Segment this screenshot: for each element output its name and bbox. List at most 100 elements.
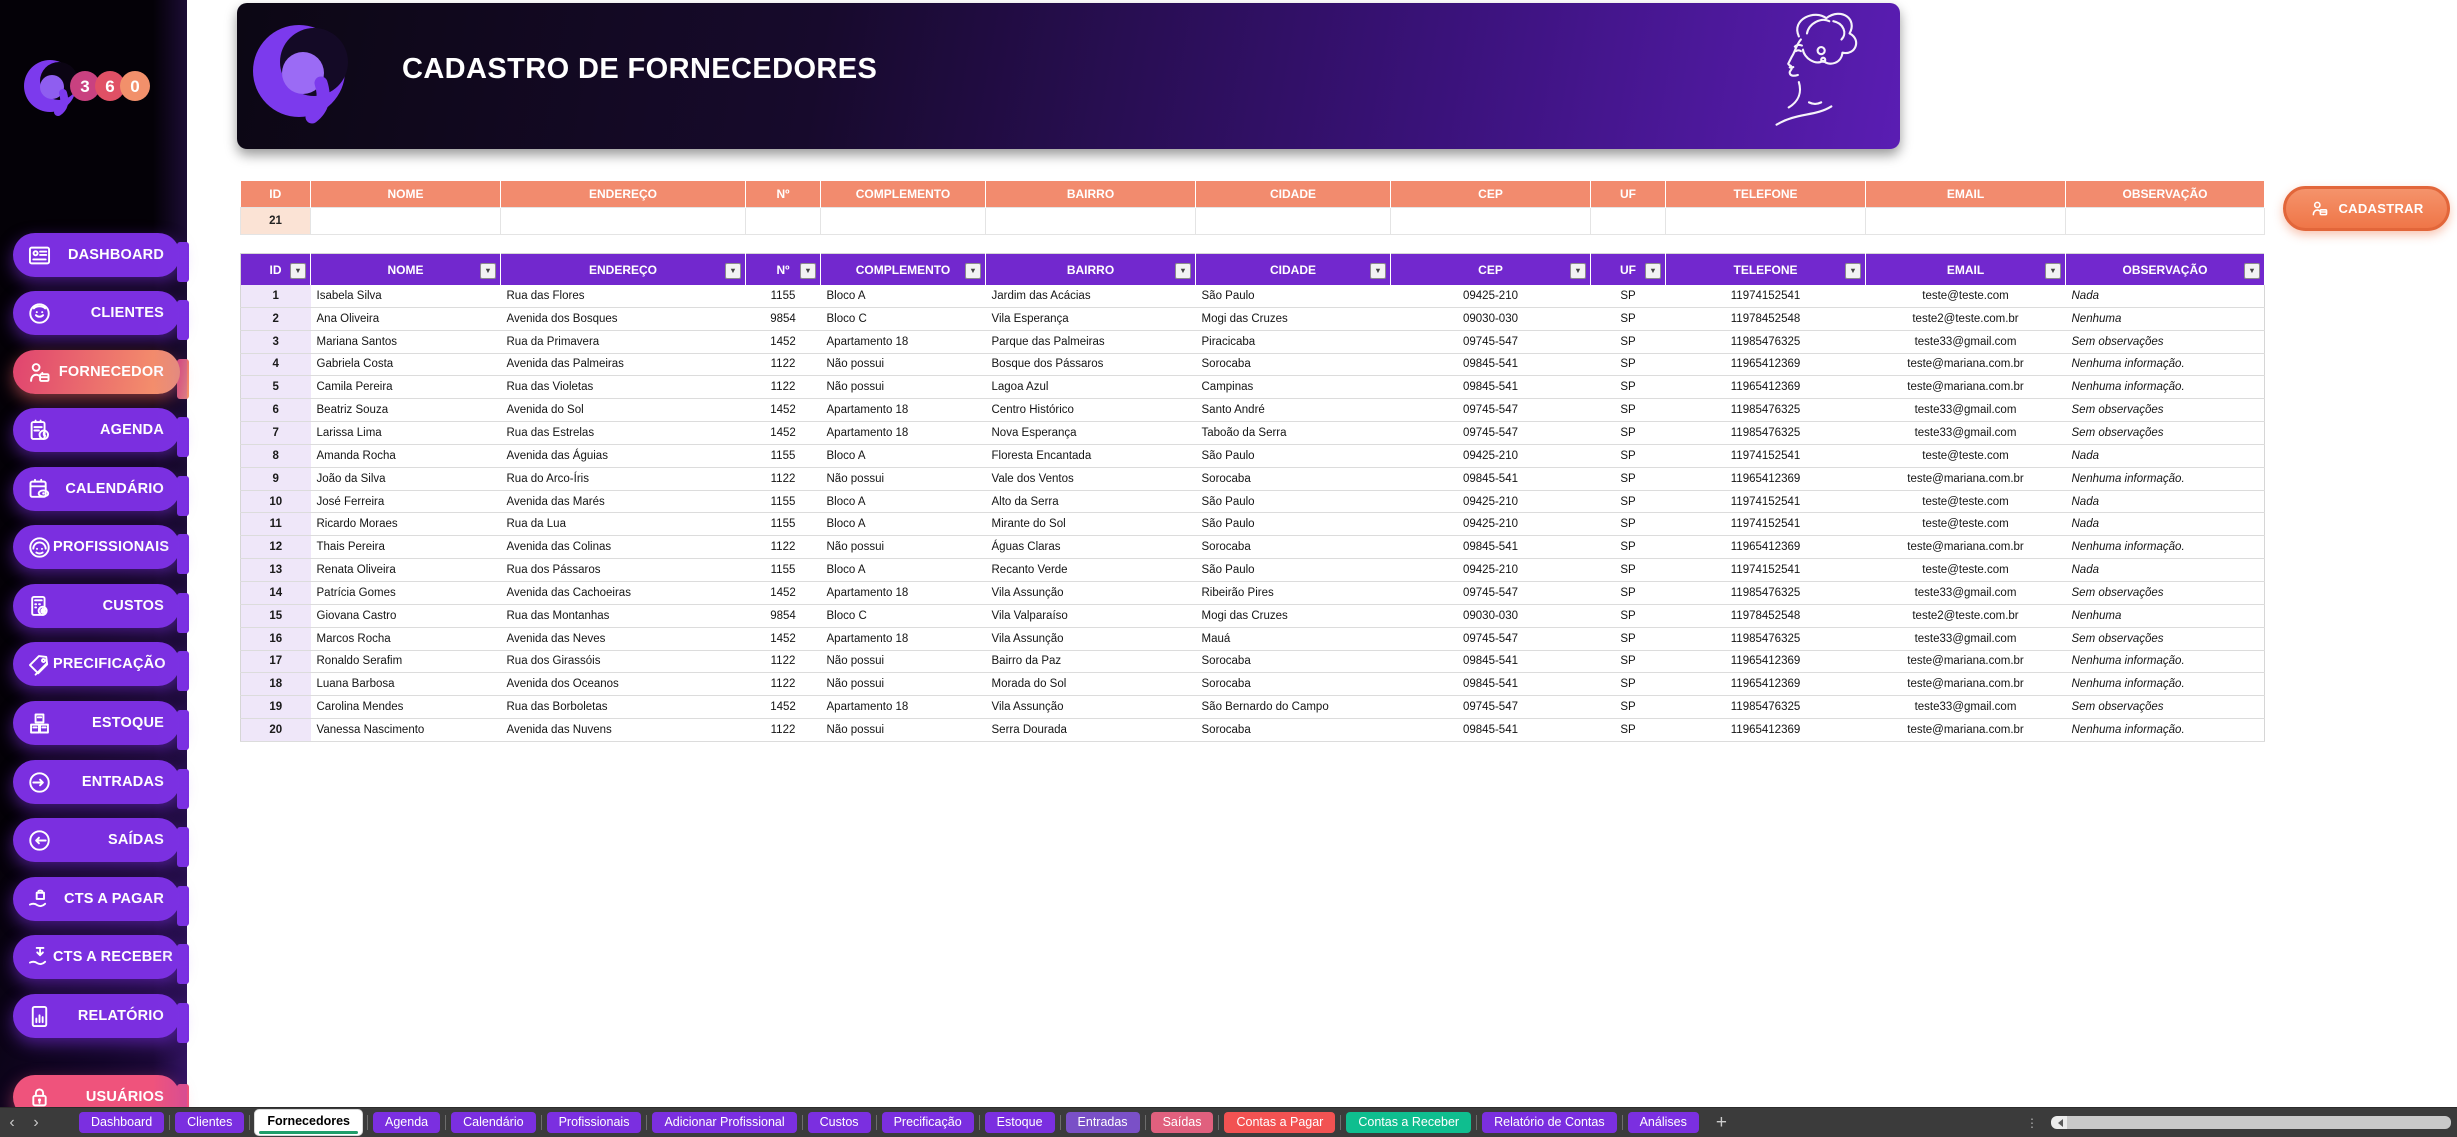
table-cell-cidade[interactable]: São Paulo	[1196, 559, 1391, 582]
table-cell-telefone[interactable]: 11965412369	[1666, 376, 1866, 399]
table-cell-endereco[interactable]: Rua do Arco-Íris	[501, 467, 746, 490]
table-cell-bairro[interactable]: Centro Histórico	[986, 399, 1196, 422]
table-cell-endereco[interactable]: Rua da Primavera	[501, 330, 746, 353]
table-cell-observacao[interactable]: Nenhuma informação.	[2066, 719, 2265, 742]
table-cell-complemento[interactable]: Bloco A	[821, 490, 986, 513]
table-cell-bairro[interactable]: Mirante do Sol	[986, 513, 1196, 536]
table-cell-cidade[interactable]: Taboão da Serra	[1196, 422, 1391, 445]
table-cell-nome[interactable]: João da Silva	[311, 467, 501, 490]
table-cell-cep[interactable]: 09745-547	[1391, 399, 1591, 422]
table-cell-cep[interactable]: 09845-541	[1391, 376, 1591, 399]
table-cell-observacao[interactable]: Nada	[2066, 559, 2265, 582]
table-cell-email[interactable]: teste@mariana.com.br	[1866, 376, 2066, 399]
sheet-tab-estoque[interactable]: Estoque	[985, 1112, 1055, 1133]
table-cell-endereco[interactable]: Avenida das Palmeiras	[501, 353, 746, 376]
table-cell-cidade[interactable]: Ribeirão Pires	[1196, 581, 1391, 604]
table-cell-n[interactable]: 9854	[746, 604, 821, 627]
add-sheet-button[interactable]: +	[1716, 1112, 1727, 1134]
sheet-tab-adicionar-profissional[interactable]: Adicionar Profissional	[652, 1112, 796, 1133]
sidebar-item-relatorio[interactable]: RELATÓRIO	[13, 994, 180, 1038]
table-cell-observacao[interactable]: Nenhuma informação.	[2066, 650, 2265, 673]
table-cell-n[interactable]: 1122	[746, 376, 821, 399]
table-cell-email[interactable]: teste@teste.com	[1866, 444, 2066, 467]
table-cell-id[interactable]: 3	[241, 330, 311, 353]
table-cell-observacao[interactable]: Nada	[2066, 490, 2265, 513]
table-cell-cidade[interactable]: Mogi das Cruzes	[1196, 604, 1391, 627]
table-cell-nome[interactable]: Mariana Santos	[311, 330, 501, 353]
table-cell-n[interactable]: 1155	[746, 513, 821, 536]
sidebar-item-fornecedor[interactable]: FORNECEDOR	[13, 350, 180, 394]
table-cell-uf[interactable]: SP	[1591, 353, 1666, 376]
tabs-scroll-left[interactable]: ‹	[0, 1114, 24, 1132]
table-cell-cep[interactable]: 09845-541	[1391, 353, 1591, 376]
sheet-tab-agenda[interactable]: Agenda	[373, 1112, 440, 1133]
form-input-cell-uf[interactable]	[1591, 208, 1666, 235]
table-cell-id[interactable]: 4	[241, 353, 311, 376]
form-input-cell-observacao[interactable]	[2066, 208, 2265, 235]
table-cell-endereco[interactable]: Rua das Flores	[501, 285, 746, 307]
table-cell-email[interactable]: teste33@gmail.com	[1866, 627, 2066, 650]
table-cell-endereco[interactable]: Avenida das Cachoeiras	[501, 581, 746, 604]
table-cell-telefone[interactable]: 11985476325	[1666, 581, 1866, 604]
table-cell-cidade[interactable]: São Paulo	[1196, 444, 1391, 467]
table-cell-bairro[interactable]: Alto da Serra	[986, 490, 1196, 513]
table-cell-cidade[interactable]: São Paulo	[1196, 285, 1391, 307]
table-cell-n[interactable]: 1452	[746, 330, 821, 353]
table-cell-nome[interactable]: Gabriela Costa	[311, 353, 501, 376]
table-cell-endereco[interactable]: Avenida do Sol	[501, 399, 746, 422]
form-next-id-cell[interactable]: 21	[241, 208, 311, 235]
sidebar-item-entradas[interactable]: ENTRADAS	[13, 760, 180, 804]
table-cell-bairro[interactable]: Bairro da Paz	[986, 650, 1196, 673]
table-cell-endereco[interactable]: Rua da Lua	[501, 513, 746, 536]
table-cell-cidade[interactable]: Mauá	[1196, 627, 1391, 650]
table-cell-uf[interactable]: SP	[1591, 673, 1666, 696]
table-cell-observacao[interactable]: Sem observações	[2066, 399, 2265, 422]
sidebar-item-agenda[interactable]: AGENDA	[13, 408, 180, 452]
sheet-tab-dashboard[interactable]: Dashboard	[79, 1112, 164, 1133]
table-cell-telefone[interactable]: 11974152541	[1666, 559, 1866, 582]
table-cell-uf[interactable]: SP	[1591, 444, 1666, 467]
table-cell-endereco[interactable]: Avenida dos Bosques	[501, 307, 746, 330]
table-cell-bairro[interactable]: Floresta Encantada	[986, 444, 1196, 467]
table-cell-nome[interactable]: José Ferreira	[311, 490, 501, 513]
table-cell-nome[interactable]: Vanessa Nascimento	[311, 719, 501, 742]
sheet-tab-contas-a-pagar[interactable]: Contas a Pagar	[1224, 1112, 1335, 1133]
table-cell-observacao[interactable]: Nenhuma informação.	[2066, 536, 2265, 559]
sidebar-item-cts-a-pagar[interactable]: CTS A PAGAR	[13, 877, 180, 921]
table-cell-complemento[interactable]: Não possui	[821, 536, 986, 559]
table-cell-n[interactable]: 1452	[746, 696, 821, 719]
table-cell-nome[interactable]: Ana Oliveira	[311, 307, 501, 330]
table-cell-cep[interactable]: 09425-210	[1391, 513, 1591, 536]
table-cell-nome[interactable]: Renata Oliveira	[311, 559, 501, 582]
table-cell-n[interactable]: 1122	[746, 467, 821, 490]
table-cell-cidade[interactable]: Sorocaba	[1196, 650, 1391, 673]
table-cell-endereco[interactable]: Avenida dos Oceanos	[501, 673, 746, 696]
table-cell-id[interactable]: 7	[241, 422, 311, 445]
filter-button[interactable]: ▼	[2244, 263, 2260, 279]
table-cell-endereco[interactable]: Rua das Montanhas	[501, 604, 746, 627]
table-cell-bairro[interactable]: Lagoa Azul	[986, 376, 1196, 399]
table-cell-id[interactable]: 8	[241, 444, 311, 467]
table-cell-cidade[interactable]: Sorocaba	[1196, 467, 1391, 490]
table-cell-endereco[interactable]: Rua das Violetas	[501, 376, 746, 399]
table-cell-telefone[interactable]: 11965412369	[1666, 467, 1866, 490]
table-cell-cidade[interactable]: Campinas	[1196, 376, 1391, 399]
table-cell-bairro[interactable]: Jardim das Acácias	[986, 285, 1196, 307]
table-cell-observacao[interactable]: Nenhuma informação.	[2066, 467, 2265, 490]
table-cell-complemento[interactable]: Apartamento 18	[821, 330, 986, 353]
table-cell-email[interactable]: teste2@teste.com.br	[1866, 604, 2066, 627]
table-cell-n[interactable]: 1155	[746, 490, 821, 513]
sheet-tab-saidas[interactable]: Saídas	[1151, 1112, 1214, 1133]
table-cell-id[interactable]: 12	[241, 536, 311, 559]
table-cell-uf[interactable]: SP	[1591, 536, 1666, 559]
table-cell-id[interactable]: 5	[241, 376, 311, 399]
filter-button[interactable]: ▼	[2045, 263, 2061, 279]
table-cell-id[interactable]: 13	[241, 559, 311, 582]
table-cell-email[interactable]: teste@mariana.com.br	[1866, 467, 2066, 490]
table-cell-bairro[interactable]: Vila Assunção	[986, 627, 1196, 650]
sidebar-item-dashboard[interactable]: DASHBOARD	[13, 233, 180, 277]
table-cell-nome[interactable]: Ricardo Moraes	[311, 513, 501, 536]
table-cell-telefone[interactable]: 11985476325	[1666, 399, 1866, 422]
table-cell-uf[interactable]: SP	[1591, 330, 1666, 353]
table-cell-id[interactable]: 2	[241, 307, 311, 330]
